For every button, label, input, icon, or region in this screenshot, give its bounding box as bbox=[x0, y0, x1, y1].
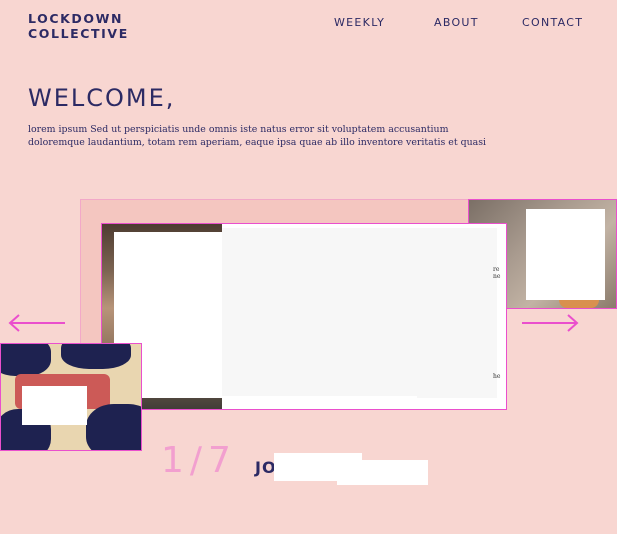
prev-card-placeholder bbox=[22, 386, 87, 425]
card-text-fragment: re ne bbox=[493, 266, 501, 280]
card-content-area bbox=[222, 228, 497, 398]
site-logo[interactable]: LOCKDOWN COLLECTIVE bbox=[28, 11, 129, 41]
slide-counter: 1/7 bbox=[161, 440, 237, 481]
prev-card-pattern bbox=[86, 404, 141, 450]
carousel-active-card[interactable]: re ne he bbox=[101, 223, 507, 410]
welcome-heading: WELCOME, bbox=[28, 84, 176, 112]
name-mask-2 bbox=[337, 460, 428, 485]
card-text-fragment-2: he bbox=[493, 373, 501, 380]
nav-weekly-link[interactable]: WEEKLY bbox=[334, 16, 385, 29]
logo-line-2: COLLECTIVE bbox=[28, 26, 129, 41]
prev-card-pattern bbox=[61, 344, 131, 369]
arrow-left-icon[interactable] bbox=[8, 313, 66, 333]
intro-line-1: lorem ipsum Sed ut perspiciatis unde omn… bbox=[28, 124, 449, 135]
logo-line-1: LOCKDOWN bbox=[28, 11, 124, 26]
prev-card-pattern bbox=[1, 344, 51, 376]
card-bottom-bar bbox=[222, 396, 417, 409]
intro-line-2: doloremque laudantium, totam rem aperiam… bbox=[28, 137, 487, 148]
intro-text: lorem ipsum Sed ut perspiciatis unde omn… bbox=[28, 123, 548, 149]
nav-contact-link[interactable]: CONTACT bbox=[522, 16, 583, 29]
arrow-right-icon[interactable] bbox=[521, 313, 579, 333]
next-card-placeholder bbox=[526, 209, 605, 300]
nav-about-link[interactable]: ABOUT bbox=[434, 16, 479, 29]
